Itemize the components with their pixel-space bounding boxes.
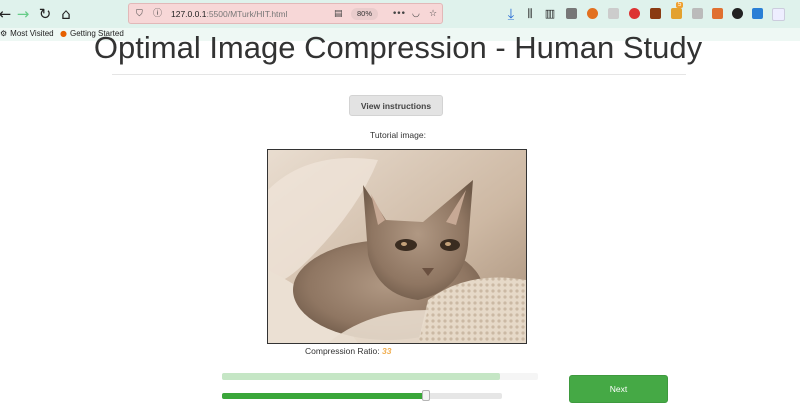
url-path: :5500/MTurk/HIT.html [206,9,288,19]
tutorial-image [267,149,527,344]
download-icon[interactable]: ⤓ [502,5,520,23]
extension-icon[interactable] [566,8,577,19]
url-bar[interactable]: ⛉ ⓘ 127.0.0.1:5500/MTurk/HIT.html ▤ 80% … [128,3,443,24]
extension-icon[interactable] [712,8,723,19]
compression-ratio-label: Compression Ratio: [305,346,380,356]
study-progress-bar [222,373,538,380]
url-host: 127.0.0.1 [171,9,207,19]
shield-icon[interactable]: ⛉ [136,4,143,25]
extension-icon[interactable]: 5 [671,2,684,19]
pocket-icon[interactable]: ◡ [412,4,420,25]
page-title: Optimal Image Compression - Human Study [93,30,703,65]
extension-badge: 5 [676,2,684,8]
compression-slider-fill [222,393,427,399]
url-text[interactable]: 127.0.0.1:5500/MTurk/HIT.html [171,4,287,25]
compression-ratio: Compression Ratio: 33 [305,346,391,356]
study-progress-fill [222,373,501,380]
compression-slider-thumb[interactable] [422,390,431,401]
bookmark-star-icon[interactable]: ☆ [429,4,437,25]
sidebar-icon[interactable]: ▥ [541,5,559,23]
home-icon[interactable]: ⌂ [57,5,75,23]
extension-icon[interactable] [692,8,703,19]
browser-toolbar: ← → ↻ ⌂ ⛉ ⓘ 127.0.0.1:5500/MTurk/HIT.htm… [0,0,800,29]
forward-icon[interactable]: → [14,5,32,23]
extension-icon[interactable] [608,8,619,19]
site-info-icon[interactable]: ⓘ [153,4,162,25]
page-actions-icon[interactable]: ••• [392,4,406,25]
extension-icon[interactable] [752,8,763,19]
title-divider [112,74,686,75]
reload-icon[interactable]: ↻ [36,5,54,23]
compression-ratio-value: 33 [382,346,392,356]
next-button[interactable]: Next [569,375,668,403]
cat-image [268,150,526,343]
view-instructions-button[interactable]: View instructions [349,95,443,116]
library-icon[interactable]: ⫼ [521,5,539,23]
extension-icon[interactable] [587,8,598,19]
extension-icon[interactable] [650,8,661,19]
back-icon[interactable]: ← [0,5,14,23]
tutorial-label: Tutorial image: [370,130,426,140]
extension-icon[interactable] [772,8,785,21]
reader-view-icon[interactable]: ▤ [334,4,343,25]
zoom-level[interactable]: 80% [351,8,379,20]
account-icon[interactable] [732,8,743,19]
compression-slider[interactable] [222,390,502,401]
extension-icon[interactable] [629,8,640,19]
